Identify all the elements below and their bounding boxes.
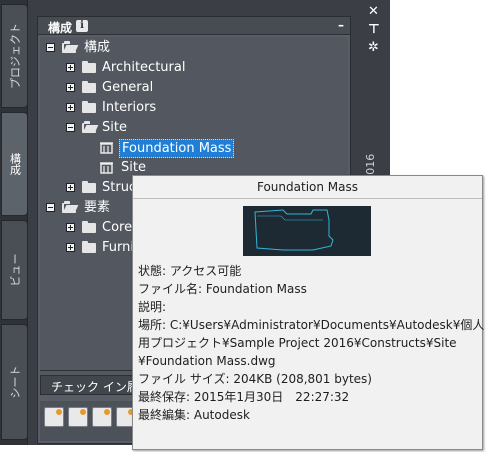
settings-icon[interactable]: ✲: [368, 40, 379, 55]
add-category-button[interactable]: [44, 407, 64, 427]
detail-last-edited: 最終編集: Autodesk: [138, 408, 250, 422]
collapse-expander-icon[interactable]: [46, 203, 55, 212]
drawing-thumbnail: [243, 206, 371, 256]
construct-file-icon: [100, 142, 113, 154]
info-icon[interactable]: i: [76, 20, 88, 32]
folder-icon: [82, 221, 96, 233]
autohide-icon[interactable]: ⊤: [368, 22, 380, 37]
tab-views[interactable]: ビュー: [1, 220, 28, 320]
detail-location-cont: 用プロジェクト¥Sample Project 2016¥Constructs¥S…: [138, 336, 457, 350]
panel-header: 構成 i –: [38, 17, 350, 35]
tree-node-label: Site: [102, 120, 127, 135]
checkin-history-label: チェック イン履: [51, 380, 139, 394]
expand-expander-icon[interactable]: [66, 223, 75, 232]
tab-views-label: ビュー: [8, 253, 22, 287]
detail-filename: ファイル名: Foundation Mass: [138, 282, 307, 296]
tab-sheets-label: シート: [8, 365, 22, 399]
detail-last-saved: 最終保存: 2015年1月30日 22:27:32: [138, 390, 350, 404]
detail-status: 状態: アクセス可能: [138, 264, 242, 278]
tab-constructs-label: 構成: [8, 153, 22, 175]
tree-node-label-selected: Foundation Mass: [119, 139, 235, 158]
tree-node-label: Core: [102, 220, 133, 235]
folder-icon: [82, 241, 96, 253]
tree-node-label: Interiors: [102, 100, 157, 115]
add-construct-button[interactable]: [68, 407, 88, 427]
tab-project-label: プロジェクト: [8, 23, 22, 89]
tree-node-label: 構成: [84, 40, 111, 55]
tooltip-details: 状態: アクセス可能 ファイル名: Foundation Mass 説明: 場所…: [138, 262, 485, 424]
expand-expander-icon[interactable]: [66, 243, 75, 252]
folder-icon: [82, 101, 96, 113]
folder-icon: [82, 81, 96, 93]
expand-expander-icon[interactable]: [66, 63, 75, 72]
folder-open-icon: [82, 121, 96, 133]
detail-location: 場所: C:¥Users¥Administrator¥Documents¥Aut…: [138, 318, 485, 332]
tree-node-label: 要素: [84, 200, 111, 215]
folder-open-icon: [62, 41, 76, 53]
add-element-button[interactable]: [92, 407, 112, 427]
collapse-expander-icon[interactable]: [66, 123, 75, 132]
folder-icon: [82, 61, 96, 73]
construct-file-icon: [100, 162, 113, 174]
tree-node-label: Architectural: [102, 60, 186, 75]
panel-title: 構成: [48, 21, 73, 35]
tree-node-label: Struc: [102, 180, 137, 195]
expand-expander-icon[interactable]: [66, 83, 75, 92]
tab-project[interactable]: プロジェクト: [1, 4, 28, 108]
tree-node-label: General: [102, 80, 154, 95]
collapse-button[interactable]: –: [338, 18, 344, 32]
tab-sheets[interactable]: シート: [1, 324, 28, 440]
palette-tab-strip: プロジェクト 構成 ビュー シート: [0, 0, 28, 445]
folder-open-icon: [62, 201, 76, 213]
detail-filesize: ファイル サイズ: 204KB (208,801 bytes): [138, 372, 372, 386]
expand-expander-icon[interactable]: [66, 183, 75, 192]
collapse-expander-icon[interactable]: [46, 43, 55, 52]
detail-description: 説明:: [138, 300, 167, 314]
expand-expander-icon[interactable]: [66, 103, 75, 112]
folder-icon: [82, 181, 96, 193]
tooltip-divider: [133, 198, 482, 199]
tooltip-title: Foundation Mass: [256, 180, 358, 194]
close-icon[interactable]: ✕: [368, 4, 379, 19]
tab-constructs[interactable]: 構成: [1, 112, 28, 216]
detail-location-cont: ¥Foundation Mass.dwg: [138, 354, 276, 368]
file-info-tooltip: Foundation Mass 状態: アクセス可能 ファイル名: Founda…: [132, 175, 485, 450]
